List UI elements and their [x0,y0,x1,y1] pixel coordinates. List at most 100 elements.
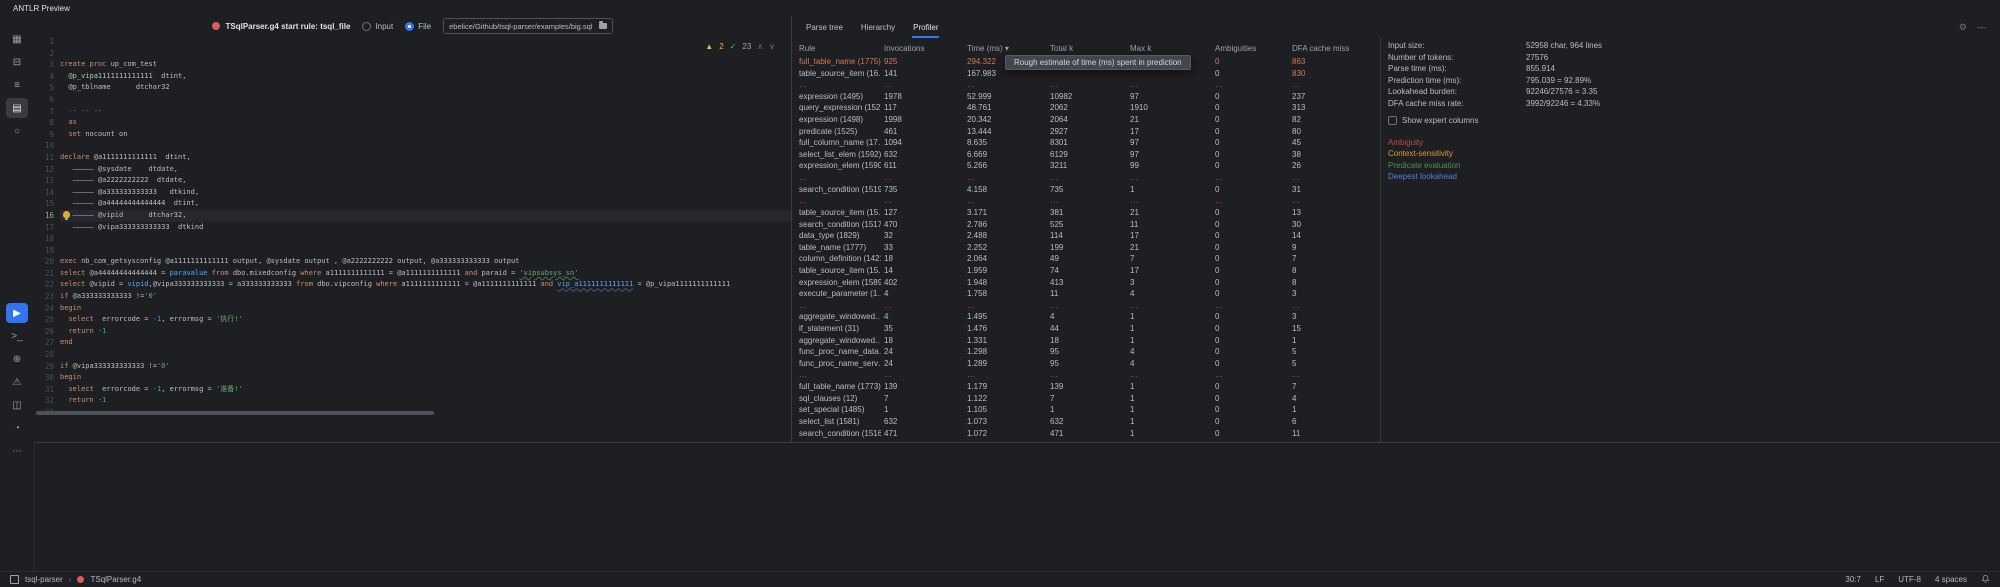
table-row[interactable]: table_source_item (15…141.959741708 [796,265,1380,277]
table-row[interactable]: full_column_name (17…10948.635830197045 [796,137,1380,149]
window-toggle-icon[interactable] [10,575,19,584]
column-header[interactable]: Ambiguities [1212,42,1289,56]
code-line[interactable]: return -1 [60,326,791,338]
code-line[interactable]: ————— @a2222222222 dtdate, [60,175,791,187]
git-icon[interactable]: ⊕ [6,349,28,369]
table-row[interactable]: func_proc_name_serv…241.28995405 [796,358,1380,370]
caret-position[interactable]: 30:7 [1845,575,1861,584]
table-row[interactable]: if_statement (31)351.476441015 [796,323,1380,335]
column-header[interactable]: Invocations [881,42,964,56]
notifications-bell-icon[interactable] [1981,574,1990,586]
next-issue-icon[interactable]: ∨ [769,42,775,51]
more-icon[interactable]: ⋯ [6,441,28,461]
code-line[interactable]: begin [60,372,791,384]
code-line[interactable]: -- -- -- [60,106,791,118]
structure-icon[interactable]: ≡ [6,75,28,95]
terminal-icon[interactable]: >_ [6,326,28,346]
run-icon[interactable]: ▶ [6,303,28,323]
code-line[interactable] [60,349,791,361]
table-row[interactable]: ………………… [796,172,1380,184]
file-radio-circle[interactable] [405,22,414,31]
table-row[interactable]: expression_elem (1590)6115.266321199026 [796,160,1380,172]
table-row[interactable]: set_special (1485)11.1051101 [796,404,1380,416]
file-encoding[interactable]: UTF-8 [1898,575,1921,584]
table-row[interactable]: table_name (1777)332.2521992109 [796,242,1380,254]
problems-icon[interactable]: ⚠ [6,372,28,392]
table-row[interactable]: data_type (1829)322.48811417014 [796,230,1380,242]
column-header[interactable]: Time (ms) ▾ [964,42,1047,56]
table-row[interactable]: sql_clauses (12)71.1227104 [796,393,1380,405]
column-header[interactable]: Total k [1047,42,1127,56]
code-line[interactable] [60,245,791,257]
table-row[interactable]: search_condition (1516)4711.0724711011 [796,428,1380,440]
horizontal-scrollbar[interactable] [36,411,434,415]
code-line[interactable]: as [60,117,791,129]
code-line[interactable]: ————— @a44444444444444 dtint, [60,198,791,210]
code-line[interactable] [60,94,791,106]
prev-issue-icon[interactable]: ∧ [757,42,763,51]
table-row[interactable]: ………………… [796,195,1380,207]
table-row[interactable]: column_definition (1421)182.06449707 [796,253,1380,265]
code-line[interactable]: ————— @sysdate dtdate, [60,164,791,176]
table-row[interactable]: ………………… [796,369,1380,381]
table-row[interactable]: table_source_item (15…1273.17138121013 [796,207,1380,219]
code-line[interactable]: ————— @vipid dtchar32, [60,210,791,222]
code-line[interactable] [60,233,791,245]
expert-columns-checkbox[interactable]: Show expert columns [1388,115,2000,126]
code-line[interactable] [60,140,791,152]
code-line[interactable]: create proc up_com_test [60,59,791,71]
editor-body[interactable]: 1234567891011121314151617181920212223242… [34,36,791,442]
commit-icon[interactable]: ⊟ [6,52,28,72]
code-line[interactable]: if @vipa333333333333 !='0' [60,361,791,373]
tab-profiler[interactable]: Profiler [905,16,946,38]
code-line[interactable]: select @a44444444444444 = paravalue from… [60,268,791,280]
folder-icon[interactable] [599,23,607,29]
code-line[interactable]: exec nb_com_getsysconfig @a1111111111111… [60,256,791,268]
breadcrumb-file[interactable]: TSqlParser.g4 [90,575,141,584]
code-line[interactable]: end [60,337,791,349]
code-line[interactable]: ————— @vipa333333333333 dtkind [60,222,791,234]
code-line[interactable]: select @vipid = vipid,@vipa333333333333 … [60,279,791,291]
code-line[interactable]: select errorcode = -1, errormsg = '准备!' [60,384,791,396]
table-row[interactable]: func_proc_name_data…241.29895405 [796,346,1380,358]
editor-code[interactable]: create proc up_com_test @p_vipa111111111… [60,36,791,419]
line-ending[interactable]: LF [1875,575,1884,584]
code-line[interactable]: ————— @a333333333333 dtkind, [60,187,791,199]
file-radio[interactable]: File [405,22,431,31]
antlr-preview-icon[interactable]: ▤ [6,98,28,118]
table-row[interactable]: query_expression (1527)11748.76120621910… [796,102,1380,114]
table-row[interactable]: expression_elem (1589)4021.948413308 [796,277,1380,289]
code-line[interactable]: if @a333333333333 !='0' [60,291,791,303]
code-line[interactable]: select errorcode = -1, errormsg = '执行!' [60,314,791,326]
services-icon[interactable]: ◫ [6,395,28,415]
checkbox-icon[interactable] [1388,116,1397,125]
table-row[interactable]: predicate (1525)46113.444292717080 [796,126,1380,138]
intention-bulb-icon[interactable] [63,211,70,218]
code-line[interactable]: declare @a1111111111111 dtint, [60,152,791,164]
column-header[interactable]: Max k [1127,42,1212,56]
column-header[interactable]: DFA cache miss [1289,42,1380,56]
table-row[interactable]: expression (1498)199820.342206421082 [796,114,1380,126]
table-row[interactable]: search_condition (1517)4702.78652511030 [796,219,1380,231]
code-line[interactable]: @p_vipa1111111111111 dtint, [60,71,791,83]
notifications-icon[interactable]: ◔ [6,418,28,438]
file-path-field[interactable]: ebelice/Github/tsql-parser/examples/big.… [443,18,612,34]
table-row[interactable]: aggregate_windowed…41.4954103 [796,311,1380,323]
table-row[interactable]: search_condition (1519)7354.1587351031 [796,184,1380,196]
table-row[interactable]: full_table_name (1773)1391.179139107 [796,381,1380,393]
table-row[interactable]: aggregate_windowed…181.33118101 [796,335,1380,347]
table-row[interactable]: select_list_elem (1592)6326.669612997038 [796,149,1380,161]
indent-setting[interactable]: 4 spaces [1935,575,1967,584]
table-row[interactable]: ………………… [796,300,1380,312]
code-line[interactable] [60,36,791,48]
table-row[interactable]: ………………… [796,79,1380,91]
gear-icon[interactable]: ⚙ [1959,22,1967,33]
table-row[interactable]: select_list (1581)6321.073632106 [796,416,1380,428]
column-header[interactable]: Rule [796,42,881,56]
hide-icon[interactable]: — [1977,22,1986,32]
tab-hierarchy[interactable]: Hierarchy [853,16,903,38]
inspections-widget[interactable]: ▲ 2 ✓ 23 ∧ ∨ [705,42,775,51]
find-icon[interactable]: ○ [6,121,28,141]
table-row[interactable]: expression (1495)197852.99910982970237 [796,91,1380,103]
breadcrumb-project[interactable]: tsql-parser [25,575,63,584]
